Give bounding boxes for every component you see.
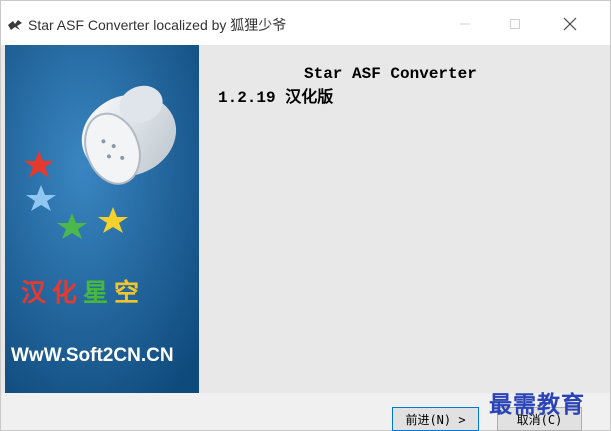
title-bar[interactable]: Star ASF Converter localized by 狐狸少爷 <box>1 1 610 45</box>
close-button[interactable] <box>547 9 593 39</box>
close-icon <box>563 17 577 31</box>
next-button[interactable]: 前进(N) > <box>392 407 479 431</box>
installer-window: Star ASF Converter localized by 狐狸少爷 汉化星… <box>0 0 611 431</box>
app-icon <box>8 20 22 30</box>
minimize-button[interactable] <box>442 9 488 39</box>
banner-artwork <box>5 45 199 393</box>
banner-slogan: 汉化星空 <box>21 278 146 307</box>
maximize-button[interactable] <box>492 9 538 39</box>
banner-url: WwW.Soft2CN.CN <box>11 345 174 366</box>
window-title: Star ASF Converter localized by 狐狸少爷 <box>28 17 287 33</box>
minimize-icon <box>460 23 470 25</box>
app-version-label: 1.2.19 汉化版 <box>218 89 334 107</box>
app-name-heading: Star ASF Converter <box>304 65 477 83</box>
maximize-icon <box>510 19 520 29</box>
watermark-text: 最需教育 <box>489 391 585 418</box>
side-banner: 汉化星空 WwW.Soft2CN.CN <box>5 45 199 393</box>
